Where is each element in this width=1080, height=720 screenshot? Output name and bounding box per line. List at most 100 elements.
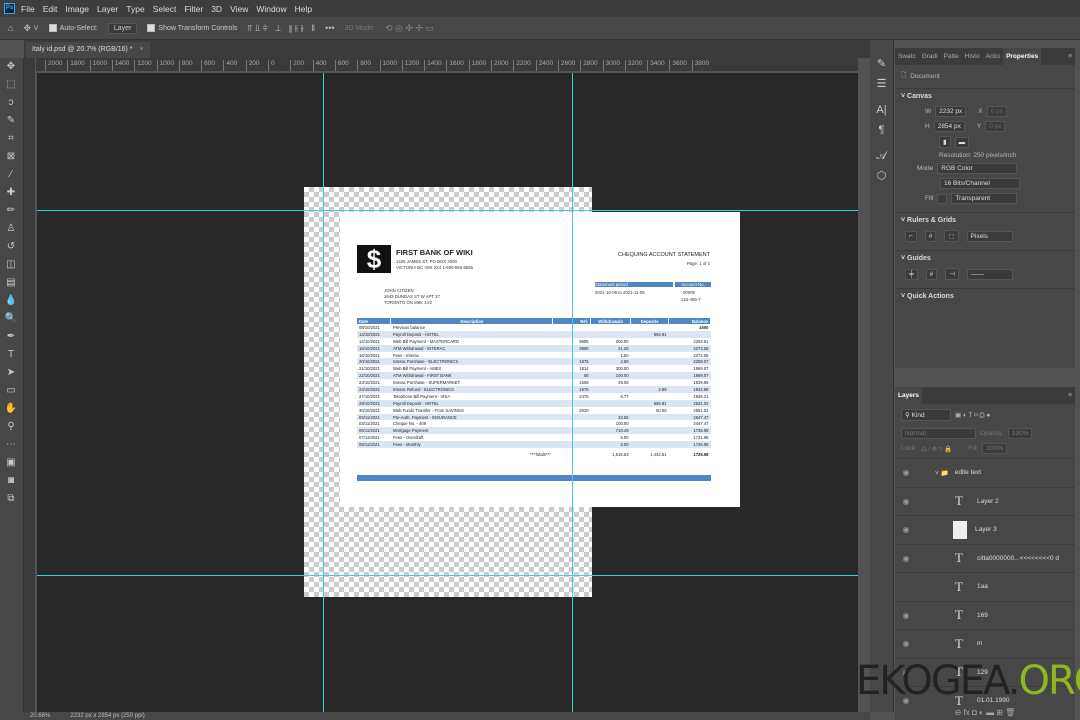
tab-gradients[interactable]: Gradi <box>919 53 941 60</box>
units-dropdown[interactable]: Pixels <box>966 230 1013 242</box>
glyphs-icon[interactable]: 𝒜 <box>870 146 893 166</box>
visibility-eye-icon[interactable]: ◉ <box>895 611 917 620</box>
quick-mask-icon[interactable]: ◙ <box>0 472 22 490</box>
opacity-field[interactable]: 100% <box>1007 428 1033 439</box>
hand-tool-icon[interactable]: ✋ <box>0 400 22 418</box>
width-field[interactable]: 2232 px <box>935 106 967 117</box>
align-icons[interactable]: ⫪ ⫫ ⫩ ⊥ ⫴ ⫲ ⫳ ‖ <box>247 23 315 34</box>
guide-vertical[interactable] <box>323 73 324 712</box>
pen-tool-icon[interactable]: ✒ <box>0 328 22 346</box>
grid-toggle-icon[interactable]: # <box>924 230 937 242</box>
layer-filter-dropdown[interactable]: ⚲ Kind <box>901 409 951 421</box>
rulers-toggle-icon[interactable]: ⌐ <box>905 230 917 242</box>
layers-footer-icons[interactable]: ⊖ fx ◘ ◐ ▬ ⊞ 🗑 <box>895 708 1075 720</box>
stamp-tool-icon[interactable]: ♙ <box>0 220 22 238</box>
show-guides-icon[interactable]: ╪ <box>905 268 918 280</box>
layers-menu-icon[interactable]: ≡ <box>1065 392 1075 399</box>
more-options-icon[interactable]: ••• <box>325 23 334 33</box>
canvas-section[interactable]: ˅ Canvas <box>895 88 1075 104</box>
move-tool-icon[interactable]: ✥ ˅ <box>23 23 38 34</box>
tab-history[interactable]: Histo <box>962 53 983 60</box>
canvas-area[interactable]: $ FIRST BANK OF WIKI 1425 JAMES ST, PO B… <box>37 73 858 712</box>
brush-settings-icon[interactable]: ✎ <box>870 54 893 74</box>
3d-tools-icons[interactable]: ⟲ ◎ ✣ ✢ ▭ <box>385 23 434 34</box>
visibility-eye-icon[interactable]: ◉ <box>895 468 917 477</box>
tab-layers[interactable]: Layers <box>895 387 922 404</box>
visibility-eye-icon[interactable]: ◉ <box>895 497 917 506</box>
panel-menu-icon[interactable]: ≡ <box>1065 53 1075 60</box>
layer-item[interactable]: ◉ Tcitta0000000...<<<<<<<<0 d <box>895 543 1075 573</box>
y-field[interactable]: 0 px <box>985 121 1006 132</box>
lasso-tool-icon[interactable]: ↄ <box>0 94 22 112</box>
layer-item[interactable]: T 1aa <box>895 572 1075 601</box>
menu-select[interactable]: Select <box>153 4 177 14</box>
layer-item[interactable]: ◉ ˅ 📁 edite text <box>895 458 1075 487</box>
paragraph-icon[interactable]: ¶ <box>870 120 893 140</box>
tab-actions[interactable]: Actio <box>983 53 1003 60</box>
history-brush-icon[interactable]: ↺ <box>0 238 22 256</box>
menu-window[interactable]: Window <box>256 4 286 14</box>
tab-swatches[interactable]: Swatc <box>895 53 919 60</box>
color-swatches-icon[interactable]: ▣ <box>0 454 22 472</box>
menu-image[interactable]: Image <box>65 4 89 14</box>
layer-item[interactable]: ◉ T Layer 2 <box>895 486 1075 516</box>
healing-tool-icon[interactable]: ✚ <box>0 184 22 202</box>
menu-edit[interactable]: Edit <box>43 4 58 14</box>
menu-view[interactable]: View <box>230 4 248 14</box>
height-field[interactable]: 2854 px <box>933 121 965 132</box>
menu-type[interactable]: Type <box>126 4 144 14</box>
visibility-eye-icon[interactable]: ◉ <box>895 639 917 648</box>
crop-tool-icon[interactable]: ⌗ <box>0 130 22 148</box>
rectangle-tool-icon[interactable]: ▭ <box>0 382 22 400</box>
vertical-ruler[interactable] <box>24 58 36 712</box>
guides-section[interactable]: ˅ Guides <box>895 250 1075 266</box>
menu-layer[interactable]: Layer <box>97 4 118 14</box>
layer-fill-field[interactable]: 100% <box>982 443 1007 454</box>
eyedropper-tool-icon[interactable]: ⁄ <box>0 166 22 184</box>
guide-style-dropdown[interactable]: —— <box>966 268 1013 280</box>
layer-item[interactable]: ◉ Tm <box>895 629 1075 658</box>
menu-filter[interactable]: Filter <box>184 4 203 14</box>
show-transform-checkbox[interactable]: Show Transform Controls <box>147 24 237 32</box>
menu-help[interactable]: Help <box>295 4 312 14</box>
rulers-grids-section[interactable]: ˅ Rulers & Grids <box>895 212 1075 228</box>
path-select-icon[interactable]: ➤ <box>0 364 22 382</box>
lock-guides-icon[interactable]: # <box>925 268 938 280</box>
close-tab-icon[interactable]: × <box>139 46 143 53</box>
more-tools-icon[interactable]: ⋯ <box>0 436 22 454</box>
move-tool-icon[interactable]: ✥ <box>0 58 22 76</box>
eraser-tool-icon[interactable]: ◫ <box>0 256 22 274</box>
character-icon[interactable]: A| <box>870 100 893 120</box>
blur-tool-icon[interactable]: 💧 <box>0 292 22 310</box>
frame-tool-icon[interactable]: ⊠ <box>0 148 22 166</box>
lock-icons[interactable]: ⁂ ⁄ ✥ ⌑ 🔒 <box>921 445 953 453</box>
layer-item[interactable]: ◉ T 169 <box>895 600 1075 630</box>
landscape-orientation-button[interactable]: ▬ <box>954 136 970 148</box>
quick-actions-section[interactable]: ˅ Quick Actions <box>895 288 1075 304</box>
menu-3d[interactable]: 3D <box>211 4 222 14</box>
auto-select-dropdown[interactable]: Layer <box>107 22 138 34</box>
guide-vertical[interactable] <box>572 73 573 712</box>
visibility-eye-icon[interactable]: ◉ <box>895 554 917 563</box>
3d-icon[interactable]: ⬡ <box>870 166 893 186</box>
marquee-tool-icon[interactable]: ⬚ <box>0 76 22 94</box>
layer-item[interactable]: ◉ Layer 3 <box>895 515 1075 544</box>
zoom-tool-icon[interactable]: ⚲ <box>0 418 22 436</box>
portrait-orientation-button[interactable]: ▮ <box>939 136 951 148</box>
screen-mode-icon[interactable]: ⧉ <box>0 490 22 508</box>
document-tab[interactable]: Italy id.psd @ 20.7% (RGB/16) * × <box>26 42 150 58</box>
bit-depth-dropdown[interactable]: 16 Bits/Channel <box>940 178 1020 189</box>
tab-properties[interactable]: Properties <box>1003 48 1042 65</box>
adjustments-icon[interactable]: ☰ <box>870 74 893 94</box>
gradient-tool-icon[interactable]: ▤ <box>0 274 22 292</box>
home-icon[interactable]: ⌂ <box>8 23 13 33</box>
guides-toggle-icon[interactable]: ⬚ <box>944 230 959 242</box>
dodge-tool-icon[interactable]: 🔍 <box>0 310 22 328</box>
blend-mode-dropdown[interactable]: Normal <box>901 428 976 439</box>
smart-guides-icon[interactable]: ⊣ <box>945 268 959 280</box>
x-field[interactable]: 0 px <box>986 106 1007 117</box>
filter-icons[interactable]: ▣ ◐ T ⌑ ⎙ ● <box>955 411 990 420</box>
quick-select-tool-icon[interactable]: ✎ <box>0 112 22 130</box>
auto-select-checkbox[interactable]: Auto-Select: <box>48 24 98 32</box>
tab-patterns[interactable]: Patte <box>941 53 962 60</box>
